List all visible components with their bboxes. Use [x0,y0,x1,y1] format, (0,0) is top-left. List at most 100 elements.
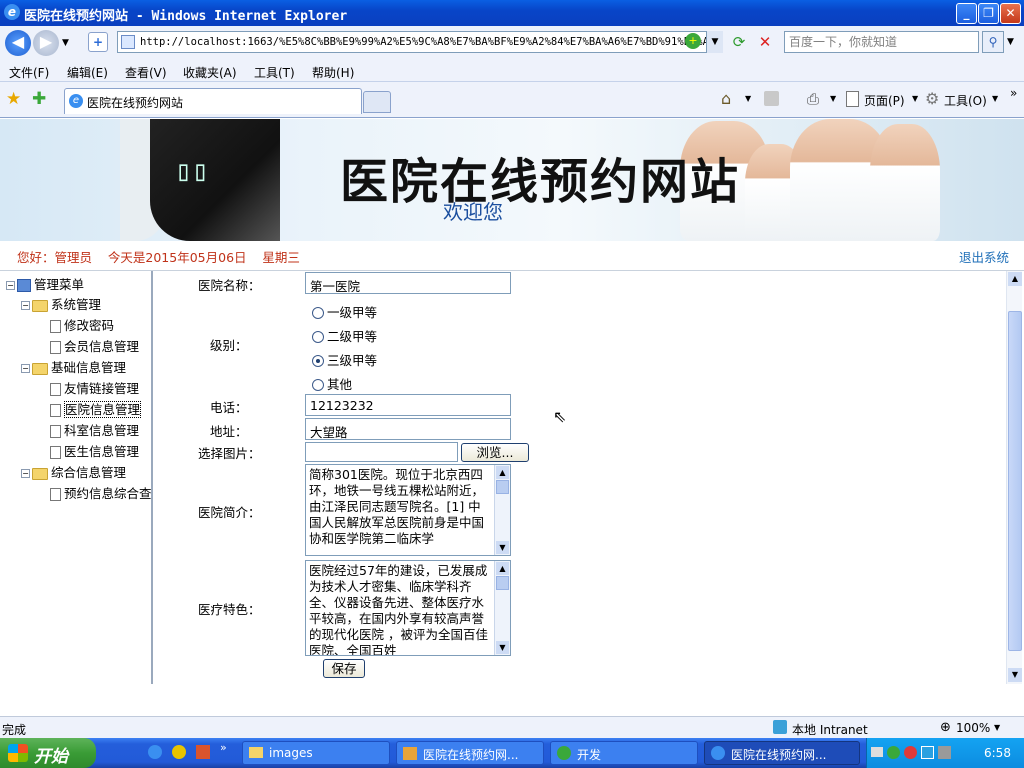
more-tools-icon[interactable]: » [1010,86,1017,100]
page-menu[interactable]: 页面(P) [864,92,905,109]
radio-icon[interactable] [312,307,324,319]
tools-dropdown-icon[interactable]: ▼ [992,94,998,103]
print-icon[interactable]: ⎙ [807,90,819,108]
scroll-up-icon[interactable]: ▲ [496,466,509,479]
scroll-thumb[interactable] [496,576,509,590]
save-button[interactable]: 保存 [323,659,365,678]
tree-group-general[interactable]: − 综合信息管理 [21,462,126,481]
home-dropdown-icon[interactable]: ▼ [745,94,751,103]
quicklaunch-app-icon[interactable] [172,745,186,759]
sidebar-item-links[interactable]: 友情链接管理 [50,378,139,397]
stop-icon[interactable]: ✕ [755,33,775,51]
search-dropdown-icon[interactable]: ▼ [1007,31,1019,53]
addon-icon[interactable]: + [685,33,701,49]
menu-help[interactable]: 帮助(H) [312,64,354,81]
menu-tools[interactable]: 工具(T) [254,64,295,81]
clock[interactable]: 6:58 [984,746,1011,760]
collapse-icon[interactable]: − [6,281,15,290]
logout-link[interactable]: 退出系统 [959,247,1009,266]
close-button[interactable]: ✕ [1000,3,1021,24]
tab-hospital-site[interactable]: e 医院在线预约网站 [64,88,362,114]
hospital-name-input[interactable]: 第一医院 [305,272,511,294]
home-icon[interactable]: ⌂ [721,89,731,108]
minimize-button[interactable]: _ [956,3,977,24]
network-icon[interactable] [887,746,900,759]
tree-group-system[interactable]: − 系统管理 [21,294,101,313]
radio-selected-icon[interactable] [312,355,324,367]
page-scrollbar[interactable]: ▲ ▼ [1006,271,1022,684]
update-icon[interactable] [921,746,934,759]
window-title-bar[interactable]: e 医院在线预约网站 - Windows Internet Explorer _… [0,0,1024,26]
task-dev[interactable]: 开发 [550,741,698,765]
level-radio-2[interactable]: 二级甲等 [312,326,377,345]
zoom-dropdown-icon[interactable]: ▼ [994,723,1000,732]
print-dropdown-icon[interactable]: ▼ [830,94,836,103]
level-radio-1[interactable]: 一级甲等 [312,302,377,321]
sidebar-item-hospital[interactable]: 医院信息管理 [50,399,142,418]
radio-label: 二级甲等 [327,329,378,344]
task-hospital-2[interactable]: 医院在线预约网... [704,741,860,765]
radio-icon[interactable] [312,331,324,343]
address-input[interactable]: http://localhost:1663/%E5%8C%BB%E9%99%A2… [117,31,723,53]
search-icon[interactable]: ⚲ [982,31,1004,53]
forward-button[interactable]: ▶ [33,30,59,56]
zoom-level[interactable]: 100% [956,721,990,735]
intro-textarea[interactable]: 简称301医院。现位于北京西四环，地铁一号线五棵松站附近，由江泽民同志题写院名。… [305,464,511,556]
address-input-field[interactable]: 大望路 [305,418,511,440]
task-hospital-1[interactable]: 医院在线预约网... [396,741,544,765]
zoom-icon[interactable]: ⊕ [940,720,951,735]
intro-scrollbar[interactable]: ▲ ▼ [494,465,510,555]
refresh-icon[interactable]: ⟳ [729,33,749,51]
history-dropdown-icon[interactable]: ▼ [62,38,69,48]
scroll-thumb[interactable] [496,480,509,494]
back-button[interactable]: ◀ [5,30,31,56]
collapse-icon[interactable]: − [21,301,30,310]
sidebar-item-change-password[interactable]: 修改密码 [50,315,114,334]
quicklaunch-ie-icon[interactable] [148,745,162,759]
sidebar-item-member[interactable]: 会员信息管理 [50,336,139,355]
add-favorites-bar-icon[interactable]: ✚ [32,89,46,109]
search-input[interactable]: 百度一下，你就知道 [784,31,979,53]
page-scroll-up-icon[interactable]: ▲ [1008,272,1022,286]
level-radio-4[interactable]: 其他 [312,374,352,393]
browse-button[interactable]: 浏览... [461,443,529,462]
menu-favorites[interactable]: 收藏夹(A) [183,64,237,81]
level-radio-3[interactable]: 三级甲等 [312,350,377,369]
image-path-input[interactable] [305,442,458,462]
keyboard-icon[interactable] [871,747,883,757]
scroll-up-icon[interactable]: ▲ [496,562,509,575]
start-button[interactable]: 开始 [0,738,96,768]
maximize-button[interactable]: ❐ [978,3,999,24]
tree-group-basic[interactable]: − 基础信息管理 [21,357,126,376]
tree-root[interactable]: − 管理菜单 [6,274,84,293]
page-scroll-thumb[interactable] [1008,311,1022,651]
collapse-icon[interactable]: − [21,469,30,478]
menu-edit[interactable]: 编辑(E) [67,64,108,81]
sidebar-item-doctor[interactable]: 医生信息管理 [50,441,139,460]
add-favorite-icon[interactable]: + [88,32,108,52]
radio-icon[interactable] [312,379,324,391]
collapse-icon[interactable]: − [21,364,30,373]
feature-scrollbar[interactable]: ▲ ▼ [494,561,510,655]
feeds-icon[interactable] [764,91,779,106]
quicklaunch-media-icon[interactable] [196,745,210,759]
new-tab-button[interactable] [363,91,391,113]
address-dropdown-icon[interactable]: ▼ [706,31,723,53]
scroll-down-icon[interactable]: ▼ [496,541,509,554]
tools-menu[interactable]: 工具(O) [944,92,987,109]
phone-input[interactable]: 12123232 [305,394,511,416]
menu-file[interactable]: 文件(F) [9,64,49,81]
scroll-down-icon[interactable]: ▼ [496,641,509,654]
page-scroll-down-icon[interactable]: ▼ [1008,668,1022,682]
feature-textarea[interactable]: 医院经过57年的建设，已发展成为技术人才密集、临床学科齐全、仪器设备先进、整体医… [305,560,511,656]
sidebar-item-appointment[interactable]: 预约信息综合查 [50,483,152,502]
favorites-star-icon[interactable]: ★ [6,89,21,109]
sidebar-item-label: 会员信息管理 [64,339,140,354]
menu-view[interactable]: 查看(V) [125,64,167,81]
volume-icon[interactable] [938,746,951,759]
task-images[interactable]: images [242,741,390,765]
sidebar-item-department[interactable]: 科室信息管理 [50,420,139,439]
security-icon[interactable] [904,746,917,759]
page-dropdown-icon[interactable]: ▼ [912,94,918,103]
quicklaunch-more-icon[interactable]: » [220,741,227,754]
